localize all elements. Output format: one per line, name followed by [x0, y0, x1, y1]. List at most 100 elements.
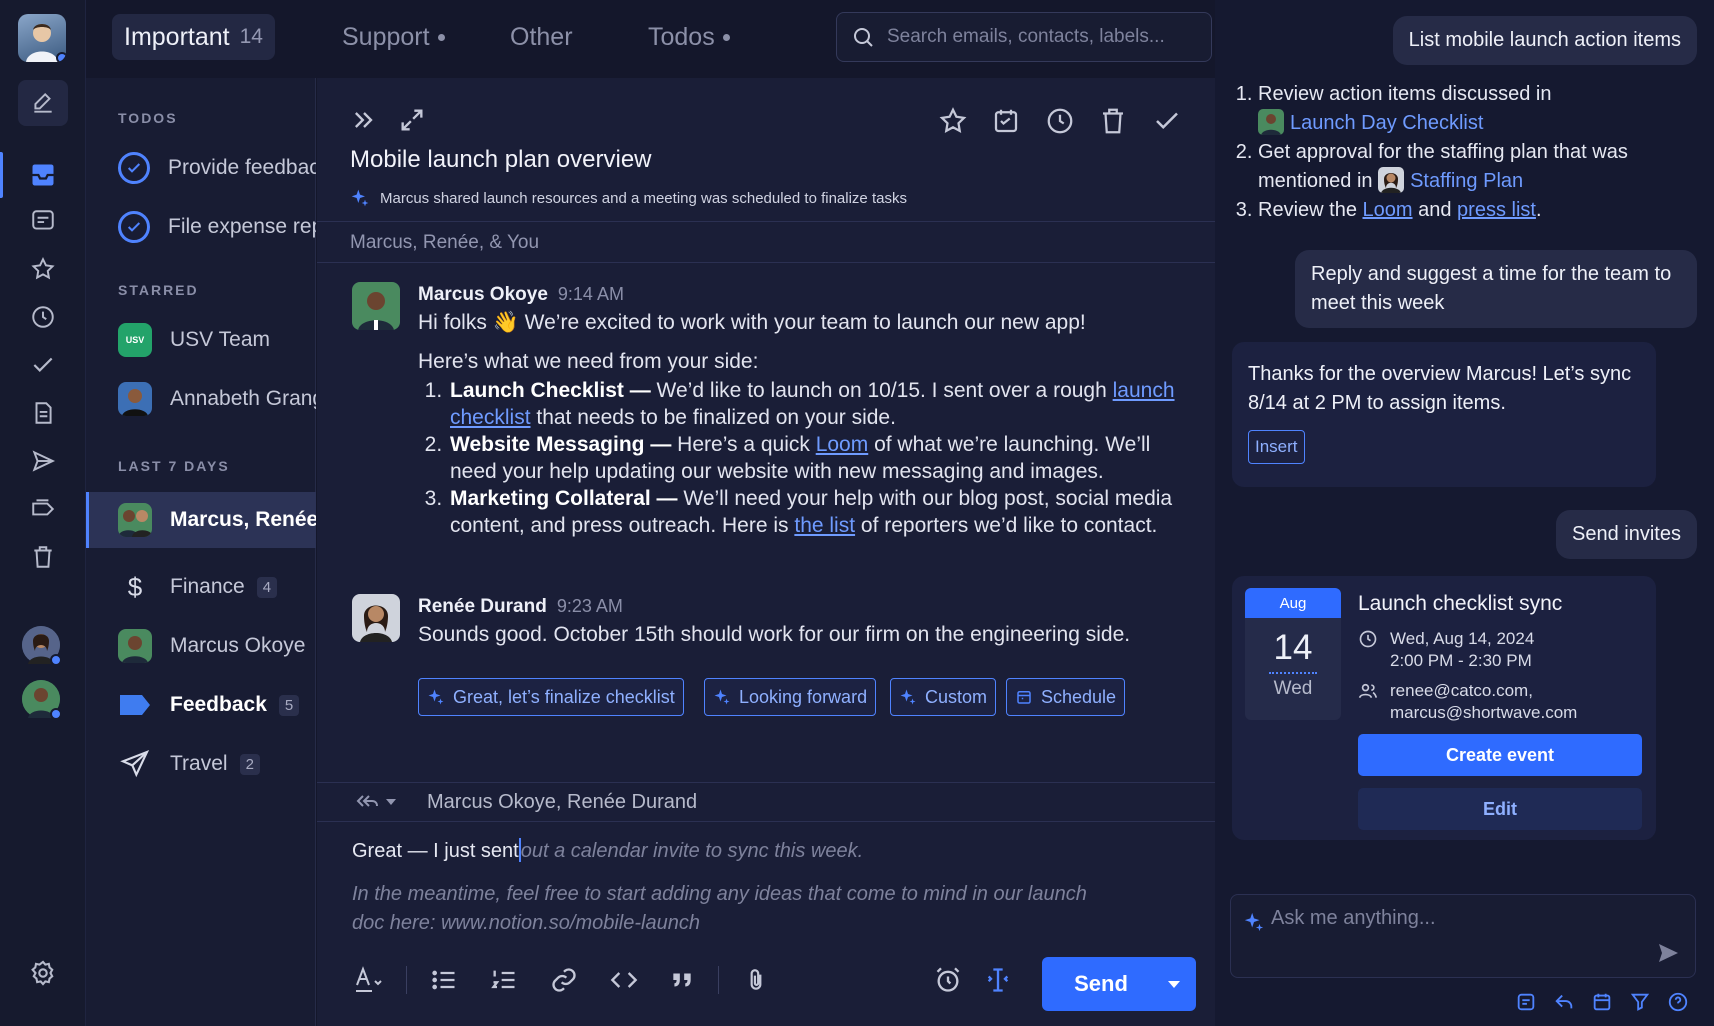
snooze-button[interactable] [1045, 106, 1075, 136]
contact-avatar-marcus[interactable] [22, 680, 62, 720]
filter-shortcut[interactable] [1626, 988, 1654, 1016]
list-item-feedback[interactable]: Feedback 5 [86, 678, 316, 732]
delete-button[interactable] [1098, 106, 1128, 136]
link-staffing-plan[interactable]: Staffing Plan [1410, 170, 1523, 192]
compose-text[interactable]: Great — I just sent out a calendar invite… [352, 838, 863, 863]
tab-label: Other [510, 22, 573, 51]
tab-label: Support [342, 22, 430, 51]
sparkle-icon [714, 689, 730, 705]
text-format-button[interactable] [350, 960, 390, 1000]
ai-summary: Marcus shared launch resources and a mee… [350, 188, 907, 208]
list-item-label: USV Team [170, 328, 270, 351]
link-launch-day-checklist[interactable]: Launch Day Checklist [1290, 112, 1483, 134]
link-button[interactable] [544, 960, 584, 1000]
send-options-button[interactable] [1152, 978, 1196, 990]
ai-assist-button[interactable] [978, 960, 1018, 1000]
search-bar[interactable] [836, 12, 1212, 62]
list-item-thread-active[interactable]: Marcus, Renée [86, 492, 316, 548]
link-press-list[interactable]: press list [1457, 199, 1536, 221]
quote-icon [673, 973, 691, 987]
quick-reply-chip[interactable]: Custom [890, 678, 997, 716]
sender-name: Marcus Okoye [418, 284, 548, 305]
avatar[interactable] [352, 282, 400, 330]
ai-suggestion-continued: In the meantime, feel free to start addi… [352, 883, 1087, 934]
tab-support[interactable]: Support [330, 14, 457, 60]
tab-important[interactable]: Important 14 [112, 14, 275, 60]
list-item-todo[interactable]: Provide feedback [86, 141, 316, 195]
sparkle-icon [900, 689, 916, 705]
assistant-input[interactable] [1271, 907, 1651, 930]
collapse-button[interactable] [350, 106, 378, 134]
send-later-button[interactable] [928, 960, 968, 1000]
search-input[interactable] [887, 26, 1187, 48]
quote-button[interactable] [662, 960, 702, 1000]
event-guests: renee@catco.com, marcus@shortwave.com [1358, 680, 1577, 724]
done-nav[interactable] [18, 342, 68, 388]
email-subject: Mobile launch plan overview [350, 146, 652, 173]
send-button[interactable]: Send [1042, 957, 1196, 1011]
link-loom[interactable]: Loom [816, 433, 869, 456]
avatar [118, 629, 152, 663]
add-todo-button[interactable] [991, 106, 1021, 136]
people-icon [1358, 683, 1378, 699]
assistant-send-button[interactable] [1655, 941, 1681, 965]
reply-all-button[interactable] [355, 792, 397, 812]
starred-nav[interactable] [18, 246, 68, 292]
reply-recipients[interactable]: Marcus Okoye, Renée Durand [427, 791, 697, 814]
trash-nav[interactable] [18, 534, 68, 580]
tab-label: Todos [648, 22, 715, 51]
reply-shortcut[interactable] [1550, 988, 1578, 1016]
assistant-input-box[interactable] [1230, 894, 1696, 978]
summarize-shortcut[interactable] [1512, 988, 1540, 1016]
list-item-todo[interactable]: File expense report [86, 200, 316, 254]
clock-icon [1047, 108, 1073, 134]
summary-text: Marcus shared launch resources and a mee… [380, 189, 907, 207]
check-circle-icon[interactable] [118, 211, 150, 243]
list-item-starred[interactable]: Annabeth Granger [86, 372, 316, 426]
list-item-label: Annabeth Granger [170, 387, 316, 410]
list-item: Launch Checklist — We’d like to launch o… [448, 377, 1198, 431]
quick-reply-chip[interactable]: Looking forward [704, 678, 877, 716]
snoozed-nav[interactable] [18, 294, 68, 340]
tab-other[interactable]: Other [498, 14, 585, 60]
edit-event-button[interactable]: Edit [1358, 788, 1642, 830]
presence-dot [56, 52, 66, 62]
quick-reply-chip[interactable]: Great, let’s finalize checklist [418, 678, 684, 716]
list-item-starred[interactable]: USV USV Team [86, 313, 316, 367]
todo-list-icon [994, 109, 1018, 133]
chat-nav[interactable] [18, 198, 68, 244]
insert-button[interactable]: Insert [1248, 430, 1305, 464]
drafts-nav[interactable] [18, 390, 68, 436]
mark-done-button[interactable] [1152, 106, 1182, 136]
chip-label: Looking forward [739, 686, 868, 707]
bullet-list-button[interactable] [424, 960, 464, 1000]
expand-button[interactable] [398, 106, 426, 134]
numbered-list-button[interactable] [484, 960, 524, 1000]
send-label: Send [1074, 971, 1128, 996]
link-loom[interactable]: Loom [1363, 199, 1413, 221]
contact-avatar-renee[interactable] [22, 626, 62, 666]
settings-button[interactable] [18, 950, 68, 996]
avatar[interactable] [352, 594, 400, 642]
list-item-contact[interactable]: Marcus Okoye [86, 619, 316, 673]
code-button[interactable] [604, 960, 644, 1000]
list-item-finance[interactable]: $ Finance 4 [86, 560, 316, 614]
inbox-icon [32, 164, 54, 186]
sparkle-icon [1244, 912, 1264, 932]
event-day: 14 [1273, 628, 1313, 667]
labels-nav[interactable] [18, 486, 68, 532]
account-avatar[interactable] [18, 14, 66, 62]
star-button[interactable] [938, 106, 968, 136]
compose-button[interactable] [18, 80, 68, 126]
help-shortcut[interactable] [1664, 988, 1692, 1016]
schedule-chip[interactable]: Schedule [1006, 678, 1126, 716]
link-the-list[interactable]: the list [794, 514, 855, 537]
attach-button[interactable] [736, 960, 776, 1000]
sent-nav[interactable] [18, 438, 68, 484]
list-item-travel[interactable]: Travel 2 [86, 737, 316, 791]
check-circle-icon[interactable] [118, 152, 150, 184]
calendar-shortcut[interactable] [1588, 988, 1616, 1016]
create-event-button[interactable]: Create event [1358, 734, 1642, 776]
tab-todos[interactable]: Todos [636, 14, 742, 60]
inbox-nav[interactable] [18, 152, 68, 198]
